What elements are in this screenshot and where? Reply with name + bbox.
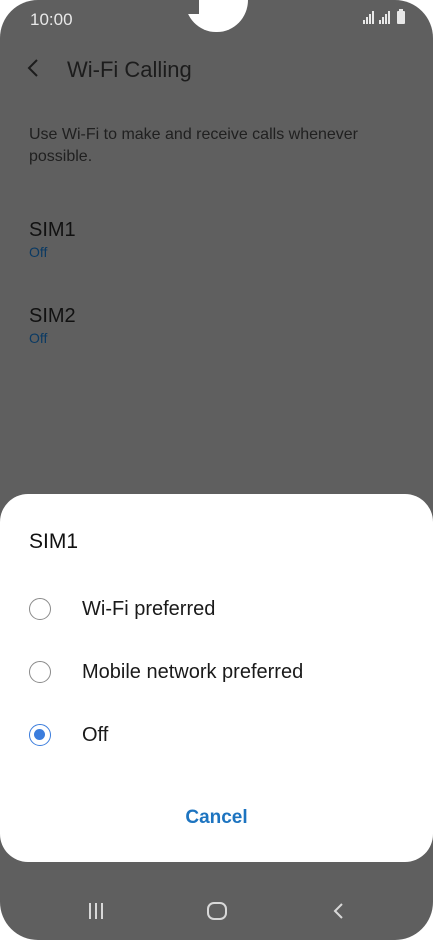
dialog-title: SIM1 <box>29 530 79 553</box>
sim1-dialog: SIM1 Wi-Fi preferred Mobile network pref… <box>0 494 433 862</box>
signal-sim2-icon <box>379 10 390 24</box>
option-wifi-preferred[interactable]: Wi-Fi preferred <box>29 587 409 631</box>
back-icon[interactable] <box>324 898 354 924</box>
status-time: 10:00 <box>30 10 73 29</box>
app-header: Wi-Fi Calling <box>0 46 433 94</box>
battery-icon <box>397 9 405 24</box>
cancel-button[interactable]: Cancel <box>150 800 283 836</box>
radio-mobile-network-preferred[interactable] <box>29 661 51 683</box>
page-title: Wi-Fi Calling <box>67 57 192 82</box>
status-bar: 10:00 <box>0 0 433 36</box>
sim1-name: SIM1 <box>29 219 76 241</box>
sim1-setting[interactable]: SIM1 Off <box>29 219 76 260</box>
signal-sim1-icon <box>363 10 374 24</box>
recent-apps-icon[interactable] <box>81 898 111 924</box>
status-icons <box>363 9 405 24</box>
sim2-status: Off <box>29 330 48 346</box>
home-icon[interactable] <box>202 898 232 924</box>
sim1-status: Off <box>29 244 48 260</box>
sim2-name: SIM2 <box>29 305 76 327</box>
back-arrow-icon[interactable] <box>22 56 46 80</box>
option-off[interactable]: Off <box>29 713 409 757</box>
option-label: Mobile network preferred <box>82 660 304 683</box>
radio-wifi-preferred[interactable] <box>29 598 51 620</box>
option-label: Off <box>82 723 109 746</box>
option-label: Wi-Fi preferred <box>82 597 216 620</box>
radio-off[interactable] <box>29 724 51 746</box>
navigation-bar <box>0 880 433 940</box>
phone-screen: 10:00 Wi-Fi Calling Use Wi-Fi to make an… <box>0 0 433 940</box>
page-description: Use Wi-Fi to make and receive calls when… <box>29 126 359 165</box>
sim2-setting[interactable]: SIM2 Off <box>29 305 76 346</box>
option-mobile-network-preferred[interactable]: Mobile network preferred <box>29 650 409 694</box>
